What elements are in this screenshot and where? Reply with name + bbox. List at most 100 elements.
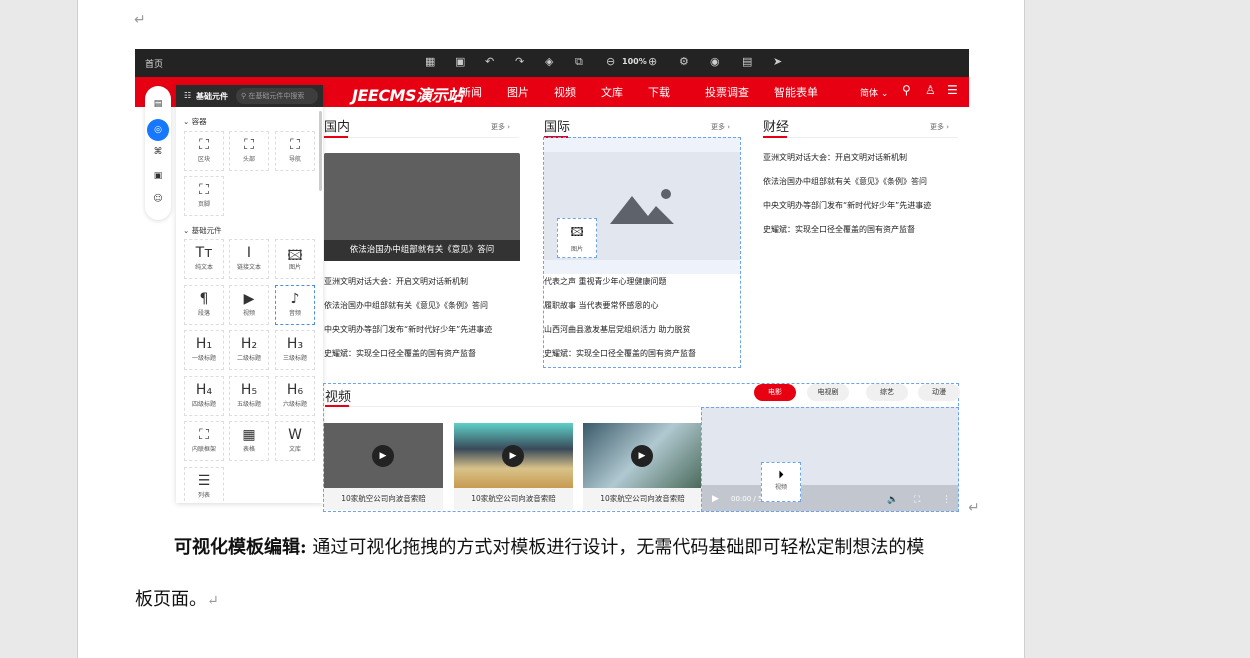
section-label: 基础元件 <box>191 226 222 235</box>
site-logo[interactable]: JEECMS演示站 <box>352 82 463 106</box>
modules-icon[interactable]: ⌘ <box>145 147 171 157</box>
component-tile[interactable]: I 链接文本 <box>229 239 269 279</box>
save-icon[interactable]: ▤ <box>742 55 752 68</box>
video-tab[interactable]: 动漫 <box>918 384 960 401</box>
component-tile[interactable]: ⛶ 区块 <box>184 131 224 171</box>
news-item[interactable]: 依法治国办中组部就有关《意见》《条例》答问 <box>763 176 927 187</box>
component-tile[interactable]: H₁ 一级标题 <box>184 330 224 370</box>
panel-scrollbar[interactable] <box>319 111 322 191</box>
nav-item[interactable]: 新闻 <box>460 84 482 100</box>
news-item[interactable]: 史耀斌：实现全口径全覆盖的国有资产监督 <box>324 348 476 359</box>
language-label: 简体 <box>860 89 879 99</box>
component-tile[interactable]: ⛶ 页脚 <box>184 176 224 216</box>
layers-icon[interactable]: ◈ <box>545 55 553 68</box>
paragraph-text: 板页面。 <box>135 589 207 610</box>
zoom-in-icon[interactable]: ⊕ <box>648 55 657 68</box>
user-icon[interactable]: ♙ <box>925 83 936 97</box>
settings-icon[interactable]: ⚙ <box>679 55 689 68</box>
h4-icon: H₄ <box>195 381 213 398</box>
component-tile[interactable]: H₃ 三级标题 <box>275 330 315 370</box>
paragraph-text: 通过可视化拖拽的方式对模板进行设计，无需代码基础即可轻松定制想法的模 <box>306 537 925 558</box>
more-link[interactable]: 更多 › <box>930 122 949 132</box>
drag-image-tile[interactable]: 🖾 图片 <box>557 218 597 258</box>
component-tile[interactable]: ⛶ 内联框架 <box>184 421 224 461</box>
page-icon[interactable]: ▤ <box>145 99 171 109</box>
news-item[interactable]: 中央文明办等部门发布“新时代好少年”先进事迹 <box>763 200 931 211</box>
play-icon[interactable]: ▶ <box>372 445 394 467</box>
tile-label: 视频 <box>242 309 255 317</box>
carousel-image[interactable]: 依法治国办中组部就有关《意见》答问 <box>324 153 520 261</box>
publish-send-icon[interactable]: ➤ <box>773 55 782 68</box>
nav-item[interactable]: 视频 <box>554 84 576 100</box>
rss-icon[interactable]: ☰ <box>947 83 958 97</box>
nav-item[interactable]: 文库 <box>601 84 623 100</box>
redo-icon[interactable]: ↷ <box>515 55 524 68</box>
section-container[interactable]: ⌄ 容器 <box>183 116 207 127</box>
more-link[interactable]: 更多 › <box>491 122 510 132</box>
nav-item[interactable]: 下载 <box>648 84 670 100</box>
video-thumbnail[interactable]: ▶ <box>454 423 573 488</box>
news-item[interactable]: 依法治国办中组部就有关《意见》《条例》答问 <box>324 300 488 311</box>
video-player[interactable]: ▶ 00:00 / 5 🔈 ⛶ ⋮ ⏵ 视频 <box>701 407 959 512</box>
component-tile[interactable]: ☰ 列表 <box>184 466 224 501</box>
video-tab[interactable]: 电视剧 <box>807 384 849 401</box>
copy-icon[interactable]: ⧉ <box>575 55 583 69</box>
component-tile[interactable]: ▦ 表格 <box>229 421 269 461</box>
play-icon[interactable]: ▶ <box>502 445 524 467</box>
components-icon[interactable]: ◎ <box>147 119 169 141</box>
component-tile[interactable]: Tт 纯文本 <box>184 239 224 279</box>
news-item[interactable]: 中央文明办等部门发布“新时代好少年”先进事迹 <box>324 324 492 335</box>
zoom-out-icon[interactable]: ⊖ <box>606 55 615 68</box>
video-tab[interactable]: 综艺 <box>866 384 908 401</box>
more-link[interactable]: 更多 › <box>711 122 730 132</box>
search-icon[interactable]: ⚲ <box>902 83 911 97</box>
component-tile[interactable]: 🖾 图片 <box>275 239 315 279</box>
play-icon[interactable]: ▶ <box>712 494 719 504</box>
drag-video-tile[interactable]: ⏵ 视频 <box>761 462 801 502</box>
code-icon[interactable]: ▣ <box>455 55 465 68</box>
section-basic[interactable]: ⌄ 基础元件 <box>183 225 222 236</box>
grid-icon[interactable]: ▦ <box>425 55 435 68</box>
volume-icon[interactable]: 🔈 <box>887 495 898 505</box>
news-item[interactable]: 史耀斌：实现全口径全覆盖的国有资产监督 <box>763 224 915 235</box>
embedded-screenshot: 首页 ▦ ▣ ↶ ↷ ◈ ⧉ ⊖ 100% ⊕ ⚙ ◉ ▤ ➤ JEECMS演示… <box>135 49 969 517</box>
video-card[interactable]: ▶ 10家航空公司向波音索赔 <box>324 423 443 510</box>
image-icon: 🖾 <box>570 225 584 239</box>
video-caption: 10家航空公司向波音索赔 <box>471 494 556 503</box>
component-tile[interactable]: H₂ 二级标题 <box>229 330 269 370</box>
tile-label: 头部 <box>242 156 255 163</box>
news-item[interactable]: 亚洲文明对话大会：开启文明对话新机制 <box>763 152 907 163</box>
undo-icon[interactable]: ↶ <box>485 55 494 68</box>
nav-item[interactable]: 图片 <box>507 84 529 100</box>
component-tile[interactable]: H₄ 四级标题 <box>184 375 224 416</box>
resource-icon[interactable]: ☺ <box>145 194 171 204</box>
video-thumbnail[interactable]: ▶ <box>583 423 702 488</box>
nav-item[interactable]: 投票调查 <box>705 84 749 100</box>
selected-image-block[interactable]: 🖾 图片 <box>543 137 741 368</box>
component-tile[interactable]: W 文库 <box>275 421 315 461</box>
more-options-icon[interactable]: ⋮ <box>942 495 951 505</box>
play-icon[interactable]: ▶ <box>631 445 653 467</box>
component-tile[interactable]: H₆ 六级标题 <box>275 375 315 416</box>
components-panel: ☷ 基础元件 ⚲ 在基础元件中搜索 ⌄ 容器 ⌄ 基础元件 ⛶ 区块 ⛶ 头部 ⛶ 导航 ⛶… <box>176 85 323 503</box>
tile-label: 导航 <box>288 156 301 163</box>
component-search-input[interactable]: ⚲ 在基础元件中搜索 <box>236 88 318 104</box>
fullscreen-icon[interactable]: ⛶ <box>914 495 920 505</box>
news-item[interactable]: 亚洲文明对话大会：开启文明对话新机制 <box>324 276 468 287</box>
preview-eye-icon[interactable]: ◉ <box>710 55 720 68</box>
component-tile[interactable]: ⛶ 头部 <box>229 131 269 171</box>
home-link[interactable]: 首页 <box>145 57 163 70</box>
component-tile[interactable]: ¶ 段落 <box>184 284 224 325</box>
player-time: 00:00 / 5 <box>731 495 763 503</box>
component-tile[interactable]: ⛶ 导航 <box>275 131 315 171</box>
component-tile[interactable]: ♪ 音频 <box>275 284 315 325</box>
language-select[interactable]: 简体 ⌄ <box>860 86 888 99</box>
video-card[interactable]: ▶ 10家航空公司向波音索赔 <box>454 423 573 510</box>
video-card[interactable]: ▶ 10家航空公司向波音索赔 <box>583 423 702 510</box>
component-tile[interactable]: H₅ 五级标题 <box>229 375 269 416</box>
video-tab[interactable]: 电影 <box>754 384 796 401</box>
folder-icon[interactable]: ▣ <box>145 171 171 181</box>
video-thumbnail[interactable]: ▶ <box>324 423 443 488</box>
component-tile[interactable]: ▶ 视频 <box>229 284 269 325</box>
nav-item[interactable]: 智能表单 <box>774 84 818 100</box>
